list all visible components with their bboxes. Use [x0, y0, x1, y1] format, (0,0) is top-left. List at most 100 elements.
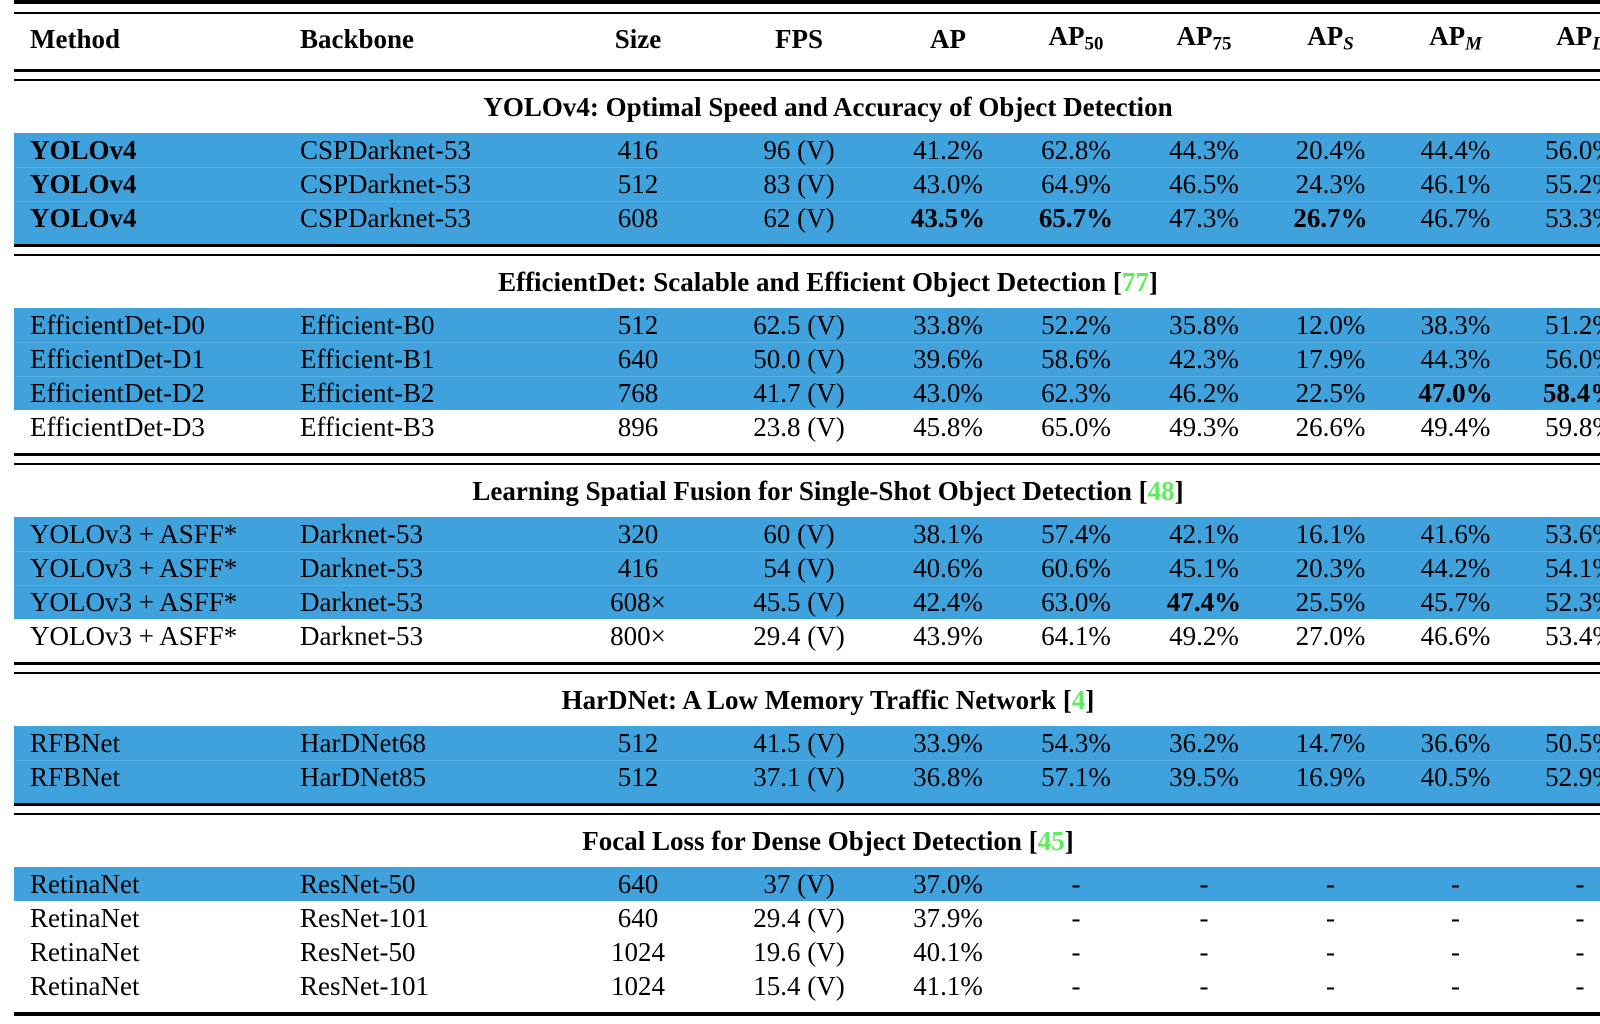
table-row[interactable]: YOLOv4 CSPDarknet-53 512 83 (V) 43.0% 64.9% 46…	[14, 167, 1600, 201]
cell-apl: 52.9%	[1518, 760, 1600, 794]
cell-apl: 54.1%	[1518, 551, 1600, 585]
column-header-label: AP	[1429, 21, 1466, 52]
table-row[interactable]: RFBNet HarDNet85 512 37.1 (V) 36.8% 57.1% 39.5…	[14, 760, 1600, 794]
table-row[interactable]: YOLOv3 + ASFF* Darknet-53 416 54 (V) 40.6% 60…	[14, 551, 1600, 585]
citation-link[interactable]: 77	[1122, 267, 1149, 297]
table-row[interactable]: EfficientDet-D0 Efficient-B0 512 62.5 (V) 33…	[14, 308, 1600, 342]
cell-value: 39.5%	[1169, 761, 1239, 792]
cell-backbone: HarDNet68	[284, 726, 562, 760]
cell-method: EfficientDet-D2	[14, 376, 284, 410]
table-row[interactable]: YOLOv3 + ASFF* Darknet-53 800× 29.4 (V) 43.9…	[14, 619, 1600, 653]
citation-link[interactable]: 45	[1038, 826, 1065, 856]
cell-aps: 26.6%	[1268, 410, 1393, 444]
table-top-rule	[14, 0, 1600, 14]
citation-link[interactable]: 4	[1072, 685, 1086, 715]
column-header-ap75: AP75	[1140, 13, 1268, 71]
object-detection-results-table: MethodBackboneSizeFPSAPAP50AP75APSAPMAPL…	[14, 0, 1600, 1024]
cell-ap: 39.6%	[884, 342, 1012, 376]
cell-size: 512	[562, 726, 714, 760]
cell-value: 14.7%	[1295, 727, 1366, 758]
cell-ap50: 64.1%	[1012, 619, 1140, 653]
cell-size: 608×	[562, 585, 714, 619]
table-row[interactable]: RetinaNet ResNet-101 640 29.4 (V) 37.9% - - - - -	[14, 901, 1600, 935]
cell-backbone: ResNet-50	[284, 867, 562, 901]
cell-value: 96 (V)	[763, 134, 835, 165]
cell-apl: 53.3%	[1518, 201, 1600, 235]
cell-value: 62 (V)	[763, 202, 835, 233]
cell-apm: 36.6%	[1393, 726, 1518, 760]
cell-ap: 40.6%	[884, 551, 1012, 585]
table-bottom-rule	[14, 1012, 1600, 1024]
cell-value: 36.8%	[913, 761, 983, 792]
horizontal-rule	[14, 662, 1600, 674]
cell-value: -	[1326, 868, 1335, 899]
results-table-container: MethodBackboneSizeFPSAPAP50AP75APSAPMAPL…	[0, 0, 1600, 1024]
table-row[interactable]: YOLOv3 + ASFF* Darknet-53 608× 45.5 (V) 42.4…	[14, 585, 1600, 619]
table-row[interactable]: RetinaNet ResNet-50 640 37 (V) 37.0% - - - - -	[14, 867, 1600, 901]
cell-ap50: 63.0%	[1012, 585, 1140, 619]
table-row[interactable]: YOLOv3 + ASFF* Darknet-53 320 60 (V) 38.1% 57…	[14, 517, 1600, 551]
cell-size: 512	[562, 308, 714, 342]
cell-value: ResNet-50	[300, 936, 416, 967]
cell-value: 41.7 (V)	[753, 377, 845, 408]
cell-fps: 62 (V)	[714, 201, 884, 235]
cell-value: YOLOv3 + ASFF*	[30, 552, 238, 583]
cell-value: 44.3%	[1420, 343, 1491, 374]
cell-value: 83 (V)	[763, 168, 835, 199]
cell-value: 64.9%	[1041, 168, 1111, 199]
cell-value: 512	[617, 309, 659, 340]
cell-value: 46.2%	[1169, 377, 1239, 408]
table-row[interactable]: YOLOv4 CSPDarknet-53 608 62 (V) 43.5% 65.7% 47…	[14, 201, 1600, 235]
cell-value: 17.9%	[1295, 343, 1366, 374]
cell-ap75: 47.3%	[1140, 201, 1268, 235]
table-row[interactable]: YOLOv4 CSPDarknet-53 416 96 (V) 41.2% 62.8% 44…	[14, 133, 1600, 167]
table-row[interactable]: EfficientDet-D3 Efficient-B3 896 23.8 (V) 45…	[14, 410, 1600, 444]
cell-apm: 44.4%	[1393, 133, 1518, 167]
cell-method: YOLOv4	[14, 167, 284, 201]
section-bottom-spacer	[14, 653, 1600, 664]
cell-value: 24.3%	[1295, 168, 1366, 199]
cell-apm: 44.3%	[1393, 342, 1518, 376]
table-row[interactable]: RetinaNet ResNet-50 1024 19.6 (V) 40.1% - - - - -	[14, 935, 1600, 969]
cell-method: EfficientDet-D3	[14, 410, 284, 444]
cell-value: 1024	[611, 970, 665, 1001]
cell-size: 640	[562, 342, 714, 376]
horizontal-rule	[14, 69, 1600, 81]
cell-value: CSPDarknet-53	[300, 168, 471, 199]
cell-fps: 45.5 (V)	[714, 585, 884, 619]
cell-aps: 20.4%	[1268, 133, 1393, 167]
cell-value: 512	[617, 168, 659, 199]
cell-value: -	[1199, 936, 1209, 967]
cell-ap75: -	[1140, 901, 1268, 935]
cell-value: 54.1%	[1545, 552, 1600, 583]
section-title: Focal Loss for Dense Object Detection [4…	[14, 814, 1600, 867]
cell-value: 43.0%	[913, 168, 983, 199]
table-row[interactable]: RFBNet HarDNet68 512 41.5 (V) 33.9% 54.3% 36.2…	[14, 726, 1600, 760]
cell-method: RetinaNet	[14, 867, 284, 901]
cell-ap: 36.8%	[884, 760, 1012, 794]
cell-ap75: -	[1140, 969, 1268, 1003]
section-title-row: EfficientDet: Scalable and Efficient Obj…	[14, 255, 1600, 308]
cell-value: 35.8%	[1169, 309, 1239, 340]
cell-value: 416	[617, 552, 659, 583]
table-row[interactable]: EfficientDet-D1 Efficient-B1 640 50.0 (V) 39…	[14, 342, 1600, 376]
cell-apm: -	[1393, 935, 1518, 969]
cell-value: 640	[617, 902, 659, 933]
column-header-label: AP	[1556, 21, 1593, 52]
cell-value: 40.5%	[1420, 761, 1491, 792]
column-header-label: Method	[30, 23, 120, 54]
cell-value: EfficientDet-D0	[30, 309, 205, 340]
citation-link[interactable]: 48	[1148, 476, 1175, 506]
cell-method: YOLOv3 + ASFF*	[14, 619, 284, 653]
cell-apl: 52.3%	[1518, 585, 1600, 619]
cell-fps: 83 (V)	[714, 167, 884, 201]
cell-value: 38.1%	[913, 518, 983, 549]
table-row[interactable]: RetinaNet ResNet-101 1024 15.4 (V) 41.1% - - - -…	[14, 969, 1600, 1003]
cell-value: 33.8%	[913, 309, 983, 340]
cell-ap75: -	[1140, 935, 1268, 969]
table-row[interactable]: EfficientDet-D2 Efficient-B2 768 41.7 (V) 43…	[14, 376, 1600, 410]
cell-apl: -	[1518, 867, 1600, 901]
cell-value: CSPDarknet-53	[300, 202, 471, 233]
cell-ap50: 62.3%	[1012, 376, 1140, 410]
cell-value: 416	[617, 134, 659, 165]
